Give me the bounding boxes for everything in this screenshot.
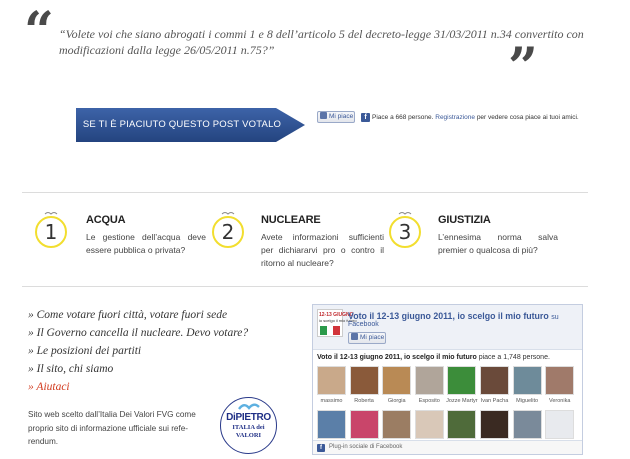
facebook-icon: f (361, 113, 370, 122)
fb-page-subtitle[interactable]: Facebook (348, 321, 379, 328)
link-party-positions[interactable]: » Le posizioni dei partiti (28, 342, 248, 360)
site-info-line: Sito web scelto dall’Italia Dei Valori F… (28, 410, 196, 419)
vote-here-label: SE TI È PIACIUTO QUESTO POST VOTALO QUI (82, 119, 282, 164)
fb-like-count-text: Piace a 668 persone. (372, 114, 434, 121)
link-help-us[interactable]: » Aiutaci (28, 378, 248, 396)
vote-here-banner[interactable]: SE TI È PIACIUTO QUESTO POST VOTALO QUI (76, 108, 307, 164)
topic-title-giustizia[interactable]: GIUSTIZIA (438, 214, 491, 226)
fb-box-footer: f Plug-in sociale di Facebook (313, 440, 582, 454)
open-quote-icon: “ (24, 1, 54, 62)
fb-like-count-suffix: per vedere cosa piace ai tuoi amici. (476, 114, 579, 121)
fan-name[interactable]: Giorgia (380, 398, 413, 404)
article-links: » Come votare fuori città, votare fuori … (28, 306, 248, 396)
topic-title-acqua[interactable]: ACQUA (86, 214, 126, 226)
logo-name: DiPIETRO (226, 412, 271, 423)
fan-avatar[interactable] (545, 366, 575, 395)
topic-desc-line: Avete informazioni sufficienti (261, 232, 384, 242)
topic-desc-line: L’ennesima norma salva (438, 232, 558, 242)
fan-name[interactable]: Jozze Martyr (445, 398, 478, 404)
fan-avatar[interactable] (512, 366, 542, 395)
close-quote-icon: ” (508, 37, 538, 98)
fb-box-count-page: Voto il 12-13 giugno 2011, io scelgo il … (317, 354, 477, 361)
divider (22, 192, 588, 193)
link-about[interactable]: » Il sito, chi siamo (28, 360, 248, 378)
fb-box-count: Voto il 12-13 giugno 2011, io scelgo il … (317, 354, 550, 361)
fb-page-title-suffix: su (551, 314, 559, 321)
fan-avatar[interactable] (447, 366, 477, 395)
referendum-quote: “Volete voi che siano abrogati i commi 1… (59, 26, 584, 58)
site-info-line: proprio sito di informazione ufficiale s… (28, 423, 189, 433)
topic-desc-line: ritorno al nucleare? (261, 258, 334, 268)
fan-avatar[interactable] (382, 366, 412, 395)
fb-box-like-button[interactable]: Mi piace (348, 332, 386, 344)
facebook-like-box: 12-13 GIUGNO io scelgo il mio futuro Vot… (312, 304, 583, 455)
fan-name[interactable]: Roberta (348, 398, 381, 404)
topic-title-nucleare[interactable]: NUCLEARE (261, 214, 321, 226)
site-info-line: rendum. (28, 437, 59, 446)
facebook-icon: f (317, 444, 325, 452)
topic-desc-line: essere pubblica o privata? (86, 245, 186, 255)
seagull-icon (238, 403, 260, 410)
topic-desc-acqua: Le gestione dell’acqua deve essere pubbl… (86, 231, 206, 257)
topic-desc-line: per dichiararvi pro o contro il (261, 245, 384, 255)
fb-register-link[interactable]: Registrazione (435, 114, 475, 121)
quote-line-2: modificazioni dalla legge 26/05/2011 n.7… (59, 43, 275, 57)
fan-avatar[interactable] (414, 366, 444, 395)
fan-avatar[interactable] (349, 366, 379, 395)
topic-number-2: 2 (212, 216, 244, 248)
fan-name[interactable]: massimo (315, 398, 348, 404)
link-vote-away[interactable]: » Come votare fuori città, votare fuori … (28, 306, 248, 324)
fb-page-title[interactable]: Voto il 12-13 giugno 2011, io scelgo il … (348, 311, 559, 321)
fan-avatar[interactable] (317, 410, 346, 439)
fan-name[interactable]: Esposito (413, 398, 446, 404)
topic-desc-giustizia: L’ennesima norma salva premier o qualcos… (438, 231, 558, 257)
fan-name[interactable]: Miguelito (511, 398, 544, 404)
topic-number-3: 3 (389, 216, 421, 248)
fan-avatar[interactable] (480, 410, 509, 439)
fan-avatar[interactable] (317, 366, 346, 395)
thumbs-up-icon (351, 333, 358, 340)
fb-page-title-text: Voto il 12-13 giugno 2011, io scelgo il … (348, 311, 549, 321)
fb-like-count: Piace a 668 persone. Registrazione per v… (372, 114, 579, 121)
fan-name[interactable]: Ivan Pacha (478, 398, 511, 404)
fb-page-thumbnail[interactable]: 12-13 GIUGNO io scelgo il mio futuro (317, 309, 357, 337)
logo-party: ITALIA dei VALORI (221, 424, 276, 439)
italian-flag-icon (320, 326, 341, 335)
fb-box-count-text: piace a 1,748 persone. (478, 354, 550, 361)
site-info-text: Sito web scelto dall’Italia Dei Valori F… (28, 408, 213, 449)
fan-avatar[interactable] (512, 410, 542, 439)
fan-avatar[interactable] (447, 410, 477, 439)
topic-desc-line: Le gestione dell’acqua deve (86, 232, 206, 242)
fan-avatar[interactable] (545, 410, 575, 439)
logo-party-line: VALORI (235, 431, 262, 439)
topic-number-1: 1 (35, 216, 67, 248)
fb-box-header: 12-13 GIUGNO io scelgo il mio futuro Vot… (313, 305, 582, 350)
logo-party-line: ITALIA dei (232, 424, 265, 431)
topic-desc-line: premier o qualcosa di più? (438, 245, 538, 255)
fan-avatar[interactable] (349, 410, 379, 439)
fan-avatar[interactable] (414, 410, 444, 439)
fb-box-like-label: Mi piace (360, 334, 385, 341)
thumbs-up-icon (320, 112, 327, 119)
idv-logo[interactable]: DiPIETRO ITALIA dei VALORI (220, 397, 277, 454)
quote-line-1: “Volete voi che siano abrogati i commi 1… (59, 27, 584, 41)
link-nuclear-cancel[interactable]: » Il Governo cancella il nucleare. Devo … (28, 324, 248, 342)
topic-desc-nucleare: Avete informazioni sufficienti per dichi… (261, 231, 384, 270)
fb-plugin-label[interactable]: Plug-in sociale di Facebook (329, 444, 402, 450)
fb-like-button[interactable]: Mi piace (317, 111, 355, 123)
divider (22, 286, 588, 287)
fan-name[interactable]: Veronika (543, 398, 576, 404)
fan-avatar[interactable] (382, 410, 412, 439)
fan-avatar[interactable] (480, 366, 509, 395)
fb-like-button-label: Mi piace (329, 113, 354, 120)
